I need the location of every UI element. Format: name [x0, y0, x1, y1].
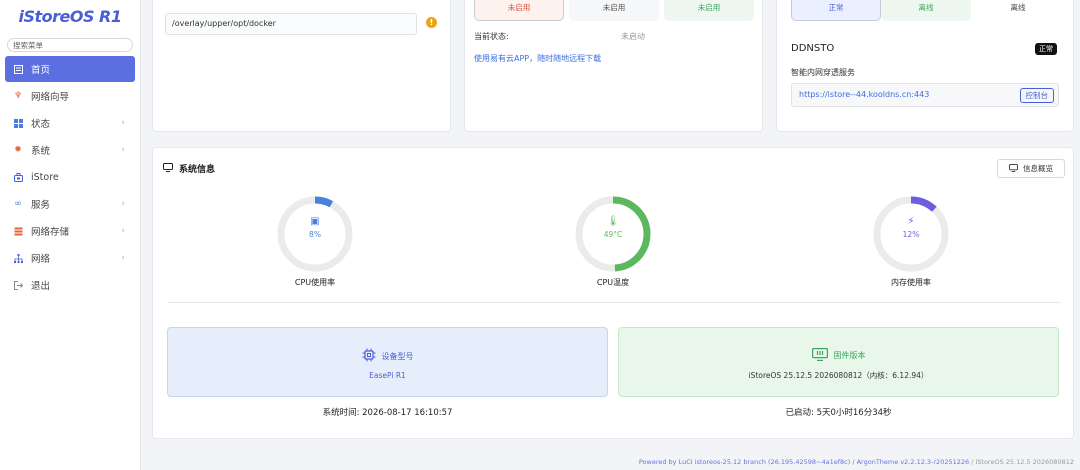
sidebar-item-label: 网络存储 — [31, 227, 70, 238]
divider — [167, 302, 1061, 303]
ddnsto-url-box: https://istore--44.kooldns.cn:443 控制台 — [791, 83, 1059, 107]
cpu-icon: ▣ — [310, 216, 320, 227]
thermometer-icon: 🌡 — [606, 216, 620, 227]
gauge-value: 8% — [309, 230, 321, 239]
sidebar-item-label: iStore — [31, 171, 59, 183]
status-value: 未启动 — [621, 32, 645, 41]
device-model-label: 设备型号 — [381, 351, 414, 361]
docker-card: /overlay/upper/opt/docker ! — [152, 0, 451, 132]
system-time-label: 系统时间: — [322, 408, 360, 418]
storage-icon — [13, 226, 23, 236]
status-label: 当前状态: — [474, 32, 509, 41]
firmware-heading: 固件版本 — [619, 348, 1058, 363]
system-info-title: 系统信息 — [163, 162, 215, 175]
sidebar-item-0[interactable]: 首页 — [5, 56, 135, 82]
segment-3[interactable]: 未启用 — [664, 0, 754, 21]
chevron-right-icon: › — [121, 226, 125, 236]
sidebar-item-2[interactable]: 状态 › — [5, 110, 135, 136]
firmware-label: 固件版本 — [833, 351, 866, 360]
sidebar-nav: 首页 ♆ 网络向导状态 › ✹ 系统 › iStore ∞ 服务 › 网络存储 › 网络 › 退出 — [0, 56, 140, 298]
docker-path-field[interactable]: /overlay/upper/opt/docker — [165, 13, 417, 35]
gauge-label: 内存使用率 — [891, 278, 931, 287]
uptime-label: 已启动: — [785, 408, 814, 418]
footer: Powered by LuCI istoreos-25.12 branch (2… — [639, 458, 1074, 466]
system-gear-icon: ✹ — [14, 145, 22, 155]
chip-icon — [362, 348, 376, 364]
system-time-value: 2026-08-17 16:10:57 — [362, 408, 453, 418]
sidebar-item-label: 退出 — [31, 281, 51, 292]
system-info-card: 系统信息 信息概览 ▣ 8% CPU使用率 🌡 49°C CPU温度 ⚡ 12% 内存使用率… — [152, 147, 1074, 439]
system-time: 系统时间: 2026-08-17 16:10:57 — [167, 406, 608, 418]
gauge-center: ▣ 8% — [255, 216, 375, 239]
gauge-label: CPU使用率 — [294, 278, 336, 287]
sidebar-item-label: 首页 — [31, 65, 51, 76]
wizard-icon: ♆ — [13, 91, 23, 101]
gauge-center: 🌡 49°C — [553, 216, 673, 239]
footer-link[interactable]: Powered by LuCI istoreos-25.12 branch (2… — [639, 458, 969, 466]
device-model-panel: 设备型号 EasePi R1 — [167, 327, 608, 397]
device-model-heading: 设备型号 — [168, 348, 607, 364]
monitor-icon — [1009, 163, 1018, 174]
chevron-right-icon: › — [121, 118, 125, 128]
ddnsto-subtitle: 智能内网穿透服务 — [791, 68, 855, 77]
gauge-label: CPU温度 — [596, 278, 630, 287]
status-badge: 正常 — [1035, 43, 1057, 55]
system-info-title-text: 系统信息 — [179, 165, 216, 175]
device-model-value: EasePi R1 — [369, 371, 406, 380]
segment-1[interactable]: 未启用 — [474, 0, 564, 21]
sidebar-item-label: 服务 — [31, 200, 51, 211]
monitor-icon — [163, 162, 173, 175]
cpu-temp-gauge: 🌡 49°C CPU温度 — [553, 194, 673, 288]
sidebar-item-5[interactable]: ∞ 服务 › — [5, 191, 135, 217]
gauge-center: ⚡ 12% — [851, 216, 971, 239]
memory-icon: ⚡ — [907, 216, 915, 227]
console-button[interactable]: 控制台 — [1019, 88, 1054, 103]
sidebar-item-4[interactable]: iStore — [5, 164, 135, 190]
home-icon — [13, 64, 23, 74]
status-icon — [13, 118, 23, 128]
menu-search-input[interactable]: 搜索菜单 — [7, 38, 133, 52]
service-icon: ∞ — [14, 199, 22, 209]
network-icon — [13, 253, 23, 263]
remote-download-card: 未启用 未启用 未启用 当前状态: 未启动 使用易有云APP，随时随地远程下载 — [464, 0, 763, 132]
sidebar: iStoreOS R1 搜索菜单 首页 ♆ 网络向导状态 › ✹ 系统 › iStore ∞ 服务… — [0, 0, 141, 470]
sidebar-item-3[interactable]: ✹ 系统 › — [5, 137, 135, 163]
logo[interactable]: iStoreOS R1 — [0, 0, 140, 32]
segment-1[interactable]: 正常 — [791, 0, 881, 21]
sidebar-item-label: 网络 — [31, 254, 51, 265]
sidebar-item-label: 网络向导 — [31, 92, 70, 103]
sidebar-item-label: 系统 — [31, 146, 51, 157]
ddnsto-url-link[interactable]: https://istore--44.kooldns.cn:443 — [799, 90, 929, 99]
uptime-value: 5天0小时16分34秒 — [816, 408, 892, 418]
info-overview-label: 信息概览 — [1023, 164, 1053, 173]
cpu-usage-gauge: ▣ 8% CPU使用率 — [255, 194, 375, 288]
segment-3[interactable]: 离线 — [973, 0, 1063, 21]
ddnsto-title: DDNSTO — [791, 43, 835, 54]
ddnsto-card: 正常 离线 离线 DDNSTO 正常 智能内网穿透服务 https://isto… — [776, 0, 1074, 132]
segment-2[interactable]: 未启用 — [569, 0, 659, 21]
remote-app-link[interactable]: 使用易有云APP，随时随地远程下载 — [474, 53, 601, 64]
segment-2[interactable]: 离线 — [881, 0, 971, 21]
sidebar-item-6[interactable]: 网络存储 › — [5, 218, 135, 244]
sidebar-item-7[interactable]: 网络 › — [5, 245, 135, 271]
chevron-right-icon: › — [121, 145, 125, 155]
chevron-right-icon: › — [121, 199, 125, 209]
firmware-icon — [811, 348, 828, 363]
sidebar-item-label: 状态 — [31, 119, 51, 130]
chevron-right-icon: › — [121, 253, 125, 263]
firmware-value: iStoreOS 25.12.5 2026080812（内核：6.12.94） — [748, 371, 929, 380]
memory-usage-gauge: ⚡ 12% 内存使用率 — [851, 194, 971, 288]
sidebar-item-1[interactable]: ♆ 网络向导 — [5, 83, 135, 109]
store-icon — [13, 172, 23, 182]
warning-icon[interactable]: ! — [426, 17, 437, 28]
uptime: 已启动: 5天0小时16分34秒 — [618, 406, 1059, 418]
sidebar-item-8[interactable]: 退出 — [5, 272, 135, 298]
firmware-panel: 固件版本 iStoreOS 25.12.5 2026080812（内核：6.12… — [618, 327, 1059, 397]
footer-version: / iStoreOS 25.12.5 2026080812 — [969, 458, 1074, 466]
info-overview-button[interactable]: 信息概览 — [997, 159, 1065, 178]
logout-icon — [13, 280, 23, 290]
gauge-value: 49°C — [603, 230, 623, 239]
gauge-value: 12% — [902, 230, 920, 239]
